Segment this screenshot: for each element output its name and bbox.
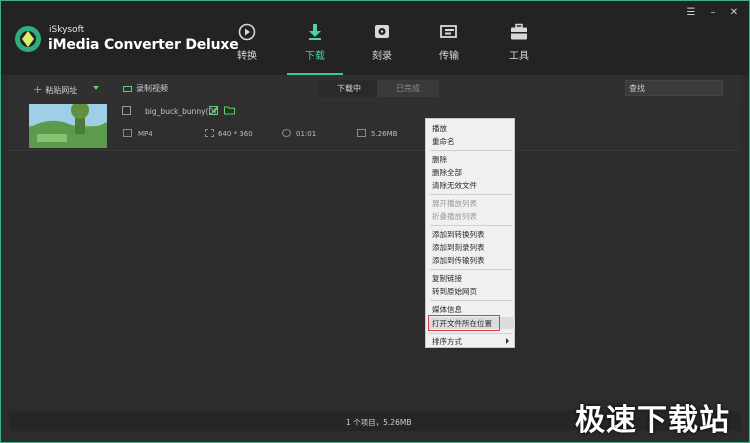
download-icon: [309, 24, 321, 40]
paste-url-label: 粘贴网址: [45, 86, 78, 95]
header: iSkysoft iMedia Converter Deluxe 转换 下载 刻…: [1, 1, 749, 75]
menu-item-media-info[interactable]: 媒体信息: [432, 304, 462, 315]
site-watermark: 极速下载站: [575, 403, 730, 438]
file-name: big_buck_bunny(0): [145, 107, 217, 116]
tab-tools[interactable]: 工具: [499, 23, 539, 71]
menu-item-copy-link[interactable]: 复制链接: [432, 273, 462, 284]
tab-download-label: 下载: [305, 51, 325, 62]
menu-item-add-to-convert[interactable]: 添加到转换列表: [432, 229, 485, 240]
menu-item-delete-all[interactable]: 删除全部: [432, 167, 462, 178]
annotation-highlight-box: [428, 315, 500, 331]
brand-name: iSkysoft: [49, 25, 85, 35]
menu-item-clear-invalid[interactable]: 清除无效文件: [432, 180, 477, 191]
download-toolbar: + 粘贴网址 录制视频 下载中 已完成: [9, 75, 741, 101]
tab-transfer-label: 传输: [439, 51, 459, 62]
file-duration: 01:01: [296, 130, 317, 138]
submenu-arrow-icon: [506, 338, 509, 344]
menu-item-add-to-transfer[interactable]: 添加到传输列表: [432, 255, 485, 266]
menu-separator: [430, 269, 512, 270]
tab-download[interactable]: 下载: [295, 23, 335, 71]
tab-tools-label: 工具: [509, 51, 529, 62]
menu-separator: [430, 150, 512, 151]
clock-icon: [282, 129, 291, 137]
menu-item-expand-playlist: 展开播放列表: [432, 199, 477, 208]
menu-item-add-to-burn[interactable]: 添加到刻录列表: [432, 242, 485, 253]
status-text: 1 个项目，5.26MB: [346, 418, 412, 427]
camera-icon: [123, 85, 132, 92]
file-resolution: 640 * 360: [218, 130, 253, 138]
menu-item-goto-source-page[interactable]: 转到原始网页: [432, 286, 477, 297]
download-item-row[interactable]: big_buck_bunny(0) MP4 640 * 360 01:01 5.…: [9, 101, 741, 151]
tab-finished[interactable]: 已完成: [377, 80, 439, 97]
menu-item-sort-by[interactable]: 排序方式: [432, 336, 462, 347]
format-icon: [123, 129, 132, 137]
tab-convert[interactable]: 转换: [227, 23, 267, 71]
toolbox-icon: [511, 23, 527, 40]
file-format: MP4: [138, 130, 153, 138]
convert-icon: [238, 23, 256, 41]
burn-icon: [375, 25, 389, 38]
app-window: iSkysoft iMedia Converter Deluxe 转换 下载 刻…: [0, 0, 750, 443]
tab-transfer[interactable]: 传输: [429, 23, 469, 71]
folder-size-icon: [357, 129, 366, 137]
plus-icon: +: [33, 83, 43, 96]
menu-separator: [430, 225, 512, 226]
paste-dropdown-arrow-icon[interactable]: [93, 86, 99, 90]
resolution-icon: [205, 129, 214, 137]
tab-downloading[interactable]: 下载中: [319, 80, 379, 97]
menu-item-rename[interactable]: 重命名: [432, 136, 455, 147]
transfer-icon: [440, 25, 457, 38]
file-size: 5.26MB: [371, 130, 398, 138]
video-thumbnail: [29, 104, 107, 148]
menu-separator: [430, 333, 512, 334]
paste-url-button[interactable]: + 粘贴网址: [33, 83, 77, 96]
app-title: iMedia Converter Deluxe: [48, 37, 239, 53]
menu-item-delete[interactable]: 删除: [432, 154, 447, 165]
tab-burn-label: 刻录: [372, 51, 392, 62]
tab-convert-label: 转换: [237, 51, 257, 62]
edit-icon[interactable]: [209, 105, 219, 115]
record-video-label: 录制视频: [136, 84, 168, 93]
folder-icon[interactable]: [224, 105, 235, 115]
app-logo: [15, 26, 41, 52]
menu-icon[interactable]: ☰: [685, 7, 697, 19]
close-button[interactable]: ✕: [728, 7, 740, 19]
film-icon: [122, 106, 131, 115]
tab-burn[interactable]: 刻录: [362, 23, 402, 71]
context-menu: 播放 重命名 删除 删除全部 清除无效文件 展开播放列表 折叠播放列表 添加到转…: [425, 118, 515, 348]
menu-item-play[interactable]: 播放: [432, 123, 447, 134]
menu-item-collapse-playlist: 折叠播放列表: [432, 212, 477, 221]
menu-separator: [430, 300, 512, 301]
menu-separator: [430, 194, 512, 195]
record-video-button[interactable]: 录制视频: [123, 83, 168, 94]
search-input[interactable]: [625, 80, 723, 96]
minimize-button[interactable]: –: [707, 7, 719, 19]
